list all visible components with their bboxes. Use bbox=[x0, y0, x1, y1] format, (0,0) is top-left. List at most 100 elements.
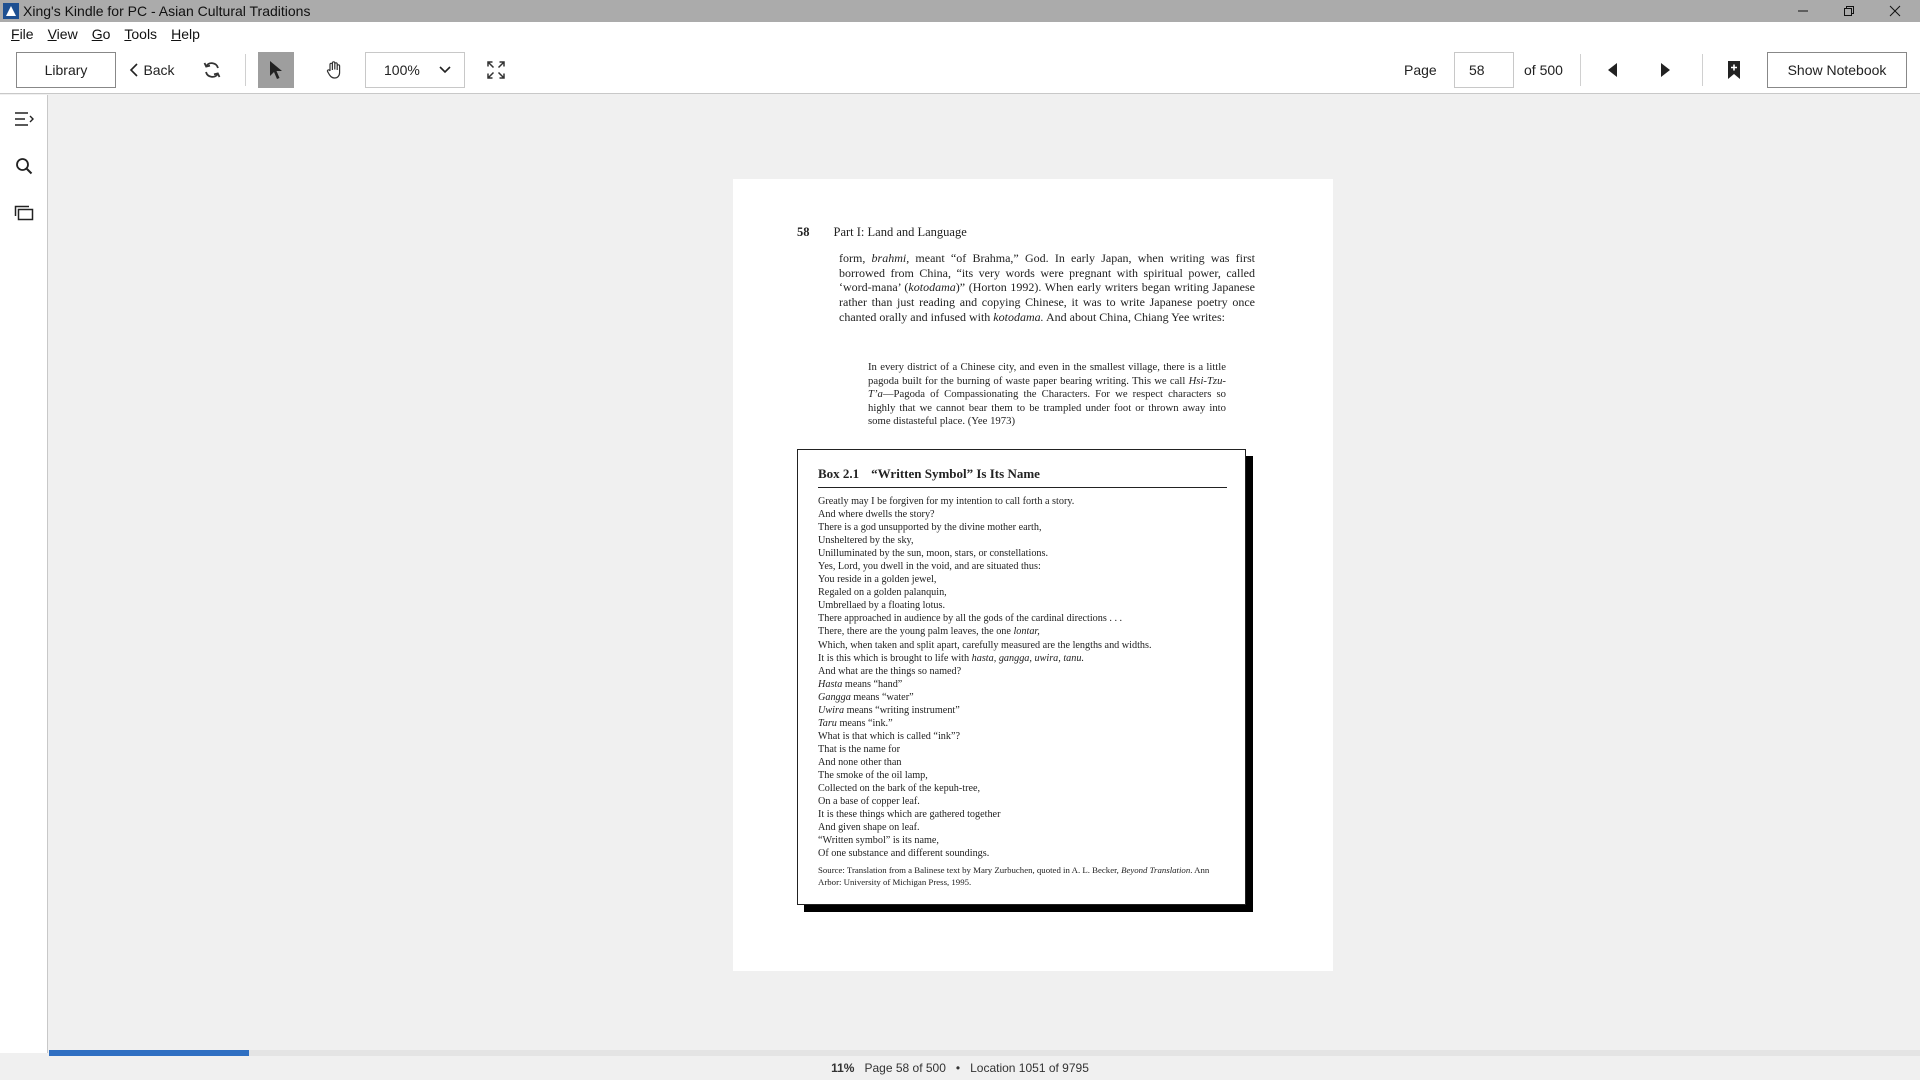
zoom-select[interactable]: 100% bbox=[365, 52, 465, 88]
poem-line: Which, when taken and split apart, caref… bbox=[818, 639, 1152, 651]
restore-icon bbox=[1844, 6, 1854, 16]
hand-pan-icon bbox=[326, 61, 341, 79]
poem-line: The smoke of the oil lamp, bbox=[818, 769, 928, 781]
location-info: Location 1051 of 9795 bbox=[970, 1061, 1089, 1075]
flashcards-icon bbox=[14, 205, 34, 221]
italic-text: Beyond Translation bbox=[1121, 865, 1191, 875]
italic-text: Hasta bbox=[818, 678, 843, 690]
italic-text: Taru bbox=[818, 717, 837, 729]
poem-line: There approached in audience by all the … bbox=[818, 613, 1123, 625]
reading-area[interactable]: 58 Part I: Land and Language form, brahm… bbox=[49, 95, 1920, 1050]
poem-line: And where dwells the story? bbox=[818, 509, 935, 521]
running-head-title: Part I: Land and Language bbox=[833, 225, 967, 239]
menu-go[interactable]: Go bbox=[85, 26, 118, 42]
fullscreen-icon bbox=[487, 61, 505, 79]
menu-file[interactable]: File bbox=[4, 26, 41, 42]
poem-line: Regaled on a golden palanquin, bbox=[818, 587, 947, 599]
add-bookmark-button[interactable] bbox=[1718, 54, 1750, 86]
box-heading: “Written Symbol” Is Its Name bbox=[871, 466, 1040, 481]
search-button[interactable] bbox=[8, 150, 40, 182]
show-notebook-button[interactable]: Show Notebook bbox=[1767, 52, 1907, 88]
sidebar-box: Box 2.1 “Written Symbol” Is Its Name Grea… bbox=[797, 449, 1246, 905]
title-bar: Xing's Kindle for PC - Asian Cultural Tr… bbox=[0, 0, 1920, 22]
chevron-left-icon bbox=[130, 63, 139, 77]
poem-line: Unsheltered by the sky, bbox=[818, 535, 914, 547]
poem-line: Yes, Lord, you dwell in the void, and ar… bbox=[818, 561, 1041, 573]
toolbar: Library Back 100% Page 58 of 500 Show No… bbox=[0, 46, 1920, 94]
next-page-button[interactable] bbox=[1650, 54, 1682, 86]
pan-tool-button[interactable] bbox=[316, 52, 352, 88]
kindle-app-icon bbox=[3, 3, 19, 19]
poem-line: On a base of copper leaf. bbox=[818, 796, 920, 808]
poem-line: Taru means “ink.” bbox=[818, 717, 893, 729]
poem-line: It is these things which are gathered to… bbox=[818, 809, 1001, 821]
poem-line: Collected on the bark of the kepuh-tree, bbox=[818, 783, 981, 795]
status-bar: 11% Page 58 of 500 • Location 1051 of 97… bbox=[0, 1056, 1920, 1080]
poem-line: “Written symbol” is its name, bbox=[818, 835, 939, 847]
poem-line: And none other than bbox=[818, 756, 902, 768]
running-head: 58 Part I: Land and Language bbox=[797, 225, 967, 240]
poem-line: And what are the things so named? bbox=[818, 665, 962, 677]
poem-line: Greatly may I be forgiven for my intenti… bbox=[818, 496, 1075, 507]
previous-page-button[interactable] bbox=[1596, 54, 1628, 86]
poem-line: That is the name for bbox=[818, 743, 901, 755]
flashcards-button[interactable] bbox=[8, 197, 40, 229]
page-label: Page bbox=[1404, 62, 1437, 78]
page-info: Page 58 of 500 bbox=[864, 1061, 946, 1075]
back-button[interactable]: Back bbox=[128, 52, 176, 88]
progress-percent: 11% bbox=[831, 1061, 855, 1075]
table-of-contents-icon bbox=[15, 112, 34, 126]
toolbar-divider bbox=[1580, 54, 1581, 86]
page-total: of 500 bbox=[1524, 62, 1563, 78]
box-title: Box 2.1 “Written Symbol” Is Its Name bbox=[818, 466, 1227, 488]
printed-page-number: 58 bbox=[797, 225, 810, 239]
italic-text: hasta, gangga, uwira, tanu. bbox=[971, 652, 1085, 664]
poem-line: What is that which is called “ink”? bbox=[818, 730, 961, 742]
sync-button[interactable] bbox=[196, 54, 228, 86]
italic-text: kotodama. bbox=[993, 309, 1044, 324]
poem-line: And given shape on leaf. bbox=[818, 822, 920, 834]
poem-line: Gangga means “water” bbox=[818, 691, 914, 703]
minimize-button[interactable] bbox=[1780, 0, 1826, 22]
status-separator: • bbox=[955, 1061, 961, 1075]
poem-line: Hasta means “hand” bbox=[818, 678, 903, 690]
poem-line: You reside in a golden jewel, bbox=[818, 574, 937, 586]
triangle-right-icon bbox=[1661, 63, 1670, 77]
library-button[interactable]: Library bbox=[16, 52, 116, 88]
italic-text: lontar, bbox=[1013, 626, 1040, 638]
sync-icon bbox=[203, 62, 221, 78]
triangle-left-icon bbox=[1608, 63, 1617, 77]
chevron-down-icon bbox=[439, 66, 451, 74]
box-number: Box 2.1 bbox=[818, 466, 860, 481]
table-of-contents-button[interactable] bbox=[8, 103, 40, 135]
poem-line: There is a god unsupported by the divine… bbox=[818, 522, 1042, 534]
body-paragraph: form, brahmi, meant “of Brahma,” God. In… bbox=[839, 251, 1255, 324]
back-label: Back bbox=[143, 62, 175, 78]
zoom-value: 100% bbox=[384, 62, 420, 78]
menu-help[interactable]: Help bbox=[164, 26, 207, 42]
poem-line: Unilluminated by the sun, moon, stars, o… bbox=[818, 548, 1049, 560]
left-rail bbox=[0, 95, 48, 1053]
page-number-input[interactable]: 58 bbox=[1454, 52, 1514, 88]
menu-view[interactable]: View bbox=[41, 26, 85, 42]
library-label: Library bbox=[44, 62, 88, 78]
italic-text: Uwira bbox=[818, 704, 845, 716]
select-tool-button[interactable] bbox=[258, 52, 294, 88]
poem-line: Of one substance and different soundings… bbox=[818, 848, 990, 860]
block-quote: In every district of a Chinese city, and… bbox=[868, 361, 1226, 428]
restore-button[interactable] bbox=[1826, 0, 1872, 22]
menu-tools[interactable]: Tools bbox=[117, 26, 164, 42]
fullscreen-button[interactable] bbox=[480, 54, 512, 86]
cursor-arrow-icon bbox=[270, 61, 282, 79]
italic-text: kotodama bbox=[908, 280, 956, 295]
bookmark-plus-icon bbox=[1728, 61, 1740, 79]
italic-text: brahmi bbox=[871, 251, 907, 265]
poem-line: There, there are the young palm leaves, … bbox=[818, 626, 1040, 638]
search-icon bbox=[16, 158, 33, 175]
poem-line: It is this which is brought to life with… bbox=[818, 652, 1085, 664]
close-button[interactable] bbox=[1872, 0, 1918, 22]
close-icon bbox=[1889, 5, 1901, 17]
toolbar-divider bbox=[1702, 54, 1703, 86]
minimize-icon bbox=[1798, 10, 1808, 12]
italic-text: Gangga bbox=[818, 691, 851, 703]
